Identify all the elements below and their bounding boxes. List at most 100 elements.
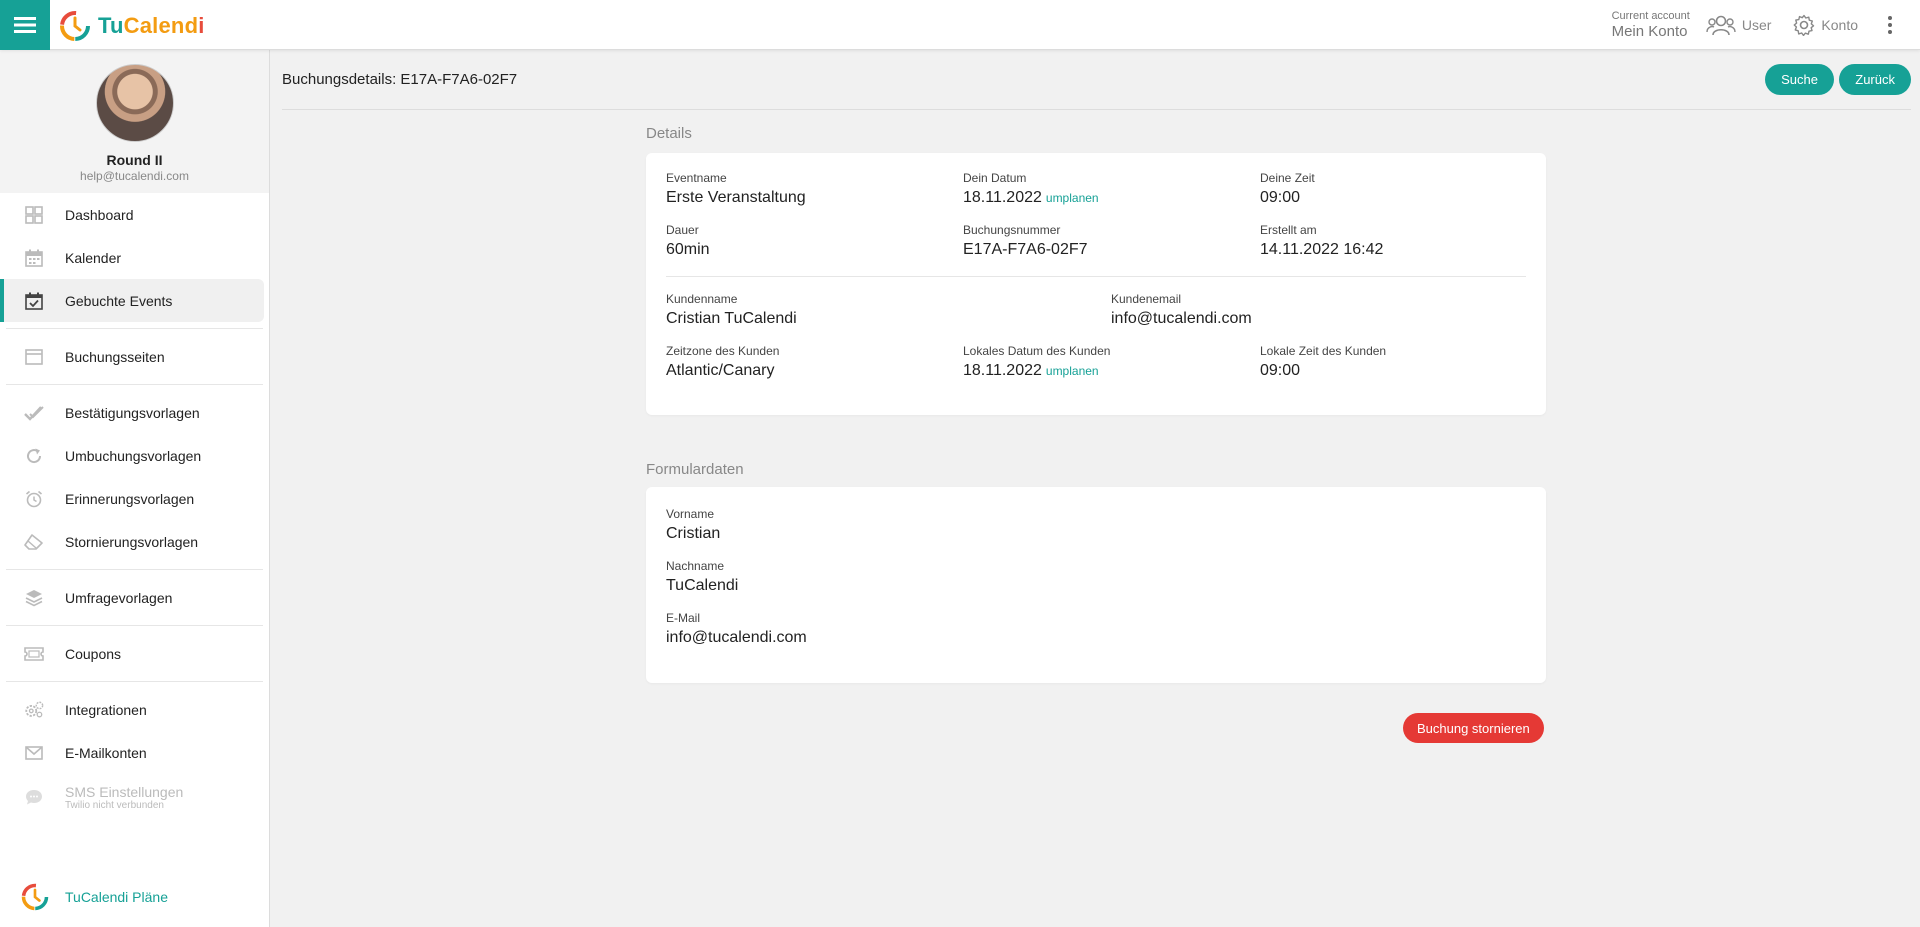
gears-icon [24,700,44,720]
alarm-clock-icon [24,489,44,509]
page-title: Buchungsdetails: E17A-F7A6-02F7 [282,71,518,88]
customer-name-field: Kundenname Cristian TuCalendi [666,292,797,328]
field-label: Nachname [666,559,725,573]
field-label: Zeitzone des Kunden [666,344,780,358]
field-value: Cristian [666,525,721,542]
customer-timezone-field: Zeitzone des Kunden Atlantic/Canary [666,344,779,380]
field-value: 09:00 [1260,189,1301,206]
field-value: 14.11.2022 16:42 [1260,241,1384,258]
sidebar-item-label: Coupons [65,645,122,662]
sidebar-item-kalender[interactable]: Kalender [0,236,269,279]
sidebar-item-label: Umbuchungsvorlagen [65,447,202,464]
duration-field: Dauer 60min [666,223,710,259]
calendar-check-icon [24,291,44,311]
reschedule-link[interactable]: umplanen [1046,364,1099,378]
customer-local-date-field: Lokales Datum des Kunden 18.11.2022 umpla… [963,344,1110,380]
form-data-card: Vorname Cristian Nachname TuCalendi E-Ma… [646,487,1546,683]
firstname-field: Vorname Cristian [666,507,720,543]
sidebar-item-e-mailkonten[interactable]: E-Mailkonten [0,731,269,774]
back-button[interactable]: Zurück [1839,64,1911,95]
cancel-booking-button[interactable]: Buchung stornieren [1403,713,1544,743]
brand-logo[interactable]: TuCalendi [58,9,205,43]
sidebar-item-erinnerungsvorlagen[interactable]: Erinnerungsvorlagen [0,477,269,520]
field-value: 09:00 [1260,362,1301,379]
email-field: E-Mail info@tucalendi.com [666,611,807,647]
lastname-field: Nachname TuCalendi [666,559,738,595]
page-header: Buchungsdetails: E17A-F7A6-02F7 Suche Zu… [282,50,1911,110]
layers-icon [24,588,44,608]
field-label: Lokales Datum des Kunden [963,344,1111,358]
sidebar: Round II help@tucalendi.com Dashboard Ka… [0,50,270,927]
details-divider [666,276,1526,277]
sidebar-item-gebuchte-events[interactable]: Gebuchte Events [0,279,264,322]
field-label: Lokale Zeit des Kunden [1260,344,1387,358]
sms-settings-subtitle: Twilio nicht verbunden [65,799,164,811]
top-bar: TuCalendi Current account Mein Konto Use… [0,0,1920,50]
sidebar-item-plans[interactable]: TuCalendi Pläne [0,877,270,917]
field-value: info@tucalendi.com [666,629,807,646]
eraser-icon [24,532,44,552]
field-label: Kundenemail [1111,292,1182,306]
sidebar-item-label: Bestätigungsvorlagen [65,404,200,421]
settings-button[interactable]: Konto [1793,14,1858,36]
sidebar-item-dashboard[interactable]: Dashboard [0,193,269,236]
time-field: Deine Zeit 09:00 [1260,171,1315,207]
sidebar-item-label: Umfragevorlagen [65,589,173,606]
sidebar-divider [6,384,263,385]
tucalendi-logo-icon [60,11,90,41]
sidebar-item-bestaetigungsvorlagen[interactable]: Bestätigungsvorlagen [0,391,269,434]
hamburger-menu-button[interactable] [0,0,50,50]
details-card: Eventname Erste Veranstaltung Dein Datum… [646,153,1546,415]
user-menu-button[interactable]: User [1706,14,1772,36]
sidebar-item-buchungsseiten[interactable]: Buchungsseiten [0,335,269,378]
users-icon [1706,15,1736,36]
field-label: Eventname [666,171,727,185]
field-label: Vorname [666,507,715,521]
current-account-label: Current account [1611,10,1690,22]
refresh-icon [24,446,44,466]
tucalendi-logo-icon [21,883,49,911]
field-value: Erste Veranstaltung [666,189,806,206]
profile-name: Round II [106,152,163,168]
ticket-icon [24,644,44,664]
user-label: User [1741,17,1772,33]
sidebar-divider [6,681,263,682]
current-account[interactable]: Current account Mein Konto [1611,10,1690,40]
sidebar-divider [6,625,263,626]
chat-bubble-icon [24,787,44,807]
customer-local-time-field: Lokale Zeit des Kunden 09:00 [1260,344,1386,380]
calendar-icon [24,248,44,268]
sidebar-nav: Dashboard Kalender Gebuchte Events Buchu… [0,193,269,774]
sidebar-divider [6,569,263,570]
details-section-title: Details [646,125,692,142]
sidebar-item-umbuchungsvorlagen[interactable]: Umbuchungsvorlagen [0,434,269,477]
field-value: Atlantic/Canary [666,362,775,379]
eventname-field: Eventname Erste Veranstaltung [666,171,806,207]
brand-name: TuCalendi [98,13,205,38]
sidebar-item-label: Buchungsseiten [65,348,165,365]
reschedule-link[interactable]: umplanen [1046,191,1099,205]
search-button[interactable]: Suche [1765,64,1834,95]
profile-email: help@tucalendi.com [80,169,189,183]
avatar[interactable] [95,64,174,142]
browser-window-icon [24,347,44,367]
sidebar-item-stornierungsvorlagen[interactable]: Stornierungsvorlagen [0,520,269,563]
sidebar-item-label: Integrationen [65,701,147,718]
sidebar-item-label: Dashboard [65,206,134,223]
sidebar-item-coupons[interactable]: Coupons [0,632,269,675]
field-value: info@tucalendi.com [1111,310,1252,327]
kebab-dot [1888,16,1892,20]
sidebar-item-label: E-Mailkonten [65,744,147,761]
more-options-button[interactable] [1880,16,1900,34]
sidebar-item-label: Stornierungsvorlagen [65,533,199,550]
dashboard-icon [24,205,44,225]
sidebar-item-umfragevorlagen[interactable]: Umfragevorlagen [0,576,269,619]
plans-label: TuCalendi Pläne [65,889,168,905]
envelope-icon [24,743,44,763]
sidebar-item-integrationen[interactable]: Integrationen [0,688,269,731]
gear-icon [1794,14,1815,36]
sms-settings-title: SMS Einstellungen [65,783,184,800]
kebab-dot [1888,30,1892,34]
field-value: 60min [666,241,710,258]
field-value: E17A-F7A6-02F7 [963,241,1088,258]
